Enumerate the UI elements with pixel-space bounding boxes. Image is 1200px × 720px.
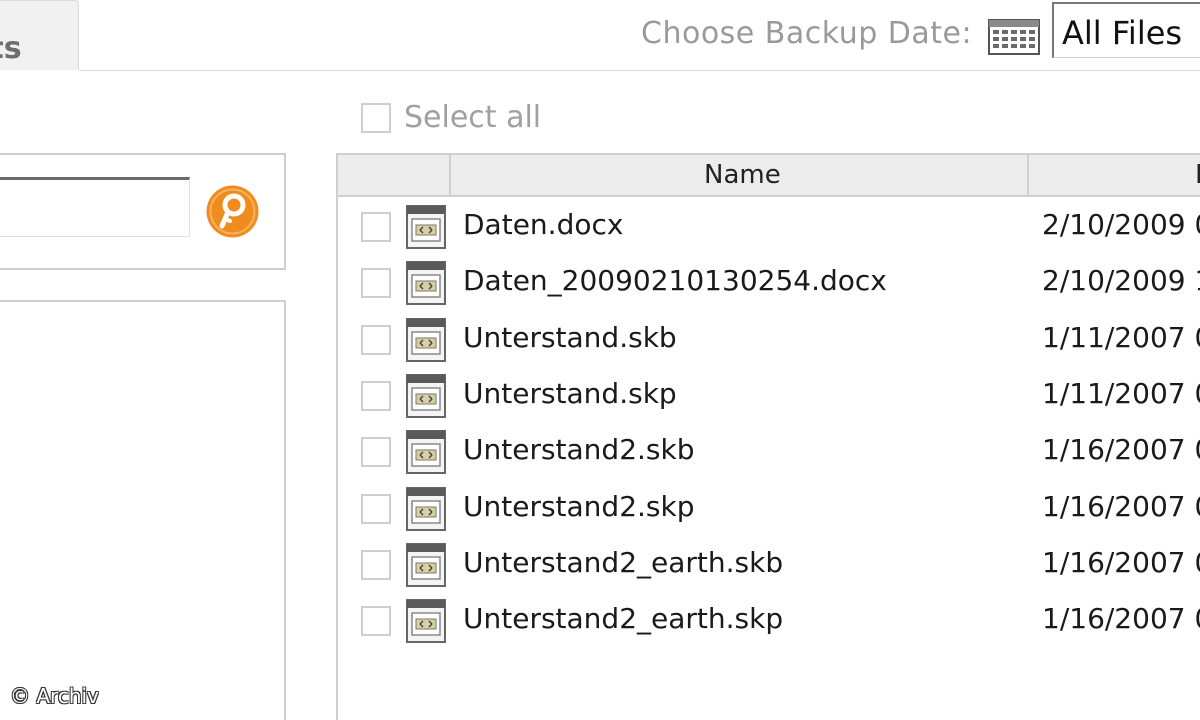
select-all-label[interactable]: Select all bbox=[404, 100, 541, 135]
row-checkbox[interactable] bbox=[361, 324, 391, 355]
file-row[interactable]: Unterstand2.skp 1/16/2007 0 bbox=[338, 481, 1200, 537]
backup-date-value: All Files bbox=[1062, 14, 1183, 52]
file-name[interactable]: Unterstand2.skb bbox=[463, 433, 695, 466]
search-input[interactable] bbox=[0, 177, 190, 237]
column-header-name[interactable]: Name bbox=[704, 160, 781, 190]
column-header-date[interactable]: D bbox=[1195, 160, 1200, 190]
file-date: 1/11/2007 0 bbox=[1042, 376, 1200, 410]
backup-date-select[interactable]: All Files bbox=[1052, 2, 1200, 58]
tab-label: ets bbox=[0, 31, 22, 66]
file-row[interactable]: Daten_20090210130254.docx 2/10/2009 1 bbox=[338, 255, 1200, 311]
file-date: 1/16/2007 0 bbox=[1042, 489, 1200, 523]
file-grid: Name D Daten.docx 2/10/2009 0 Daten_200902… bbox=[336, 153, 1200, 720]
document-icon bbox=[406, 542, 446, 587]
row-checkbox[interactable] bbox=[361, 606, 391, 637]
document-icon bbox=[406, 261, 446, 306]
document-icon bbox=[406, 599, 446, 644]
file-row[interactable]: Unterstand.skb 1/11/2007 0 bbox=[338, 312, 1200, 368]
row-checkbox[interactable] bbox=[361, 549, 391, 580]
document-icon bbox=[406, 317, 446, 362]
header-divider bbox=[1027, 155, 1029, 195]
file-name[interactable]: Unterstand2_earth.skp bbox=[463, 602, 783, 635]
file-date: 1/11/2007 0 bbox=[1042, 320, 1200, 354]
file-name[interactable]: Unterstand.skp bbox=[463, 377, 677, 410]
header-divider bbox=[449, 155, 451, 195]
file-name[interactable]: Unterstand2_earth.skb bbox=[463, 546, 783, 579]
file-row[interactable]: Unterstand2.skb 1/16/2007 0 bbox=[338, 424, 1200, 480]
row-checkbox[interactable] bbox=[361, 268, 391, 299]
file-name[interactable]: Daten_20090210130254.docx bbox=[463, 264, 887, 297]
select-all-checkbox[interactable] bbox=[361, 103, 391, 133]
row-checkbox[interactable] bbox=[361, 380, 391, 411]
backup-date-label: Choose Backup Date: bbox=[641, 16, 973, 51]
backup-browser-window: ets Choose Backup Date: All Files Select… bbox=[0, 0, 1200, 720]
row-checkbox[interactable] bbox=[361, 212, 391, 242]
folder-tree-panel[interactable] bbox=[0, 300, 286, 720]
document-icon bbox=[406, 373, 446, 418]
file-date: 2/10/2009 0 bbox=[1042, 208, 1200, 241]
row-checkbox[interactable] bbox=[361, 437, 391, 468]
file-row[interactable]: Unterstand2_earth.skb 1/16/2007 0 bbox=[338, 537, 1200, 593]
document-icon bbox=[406, 486, 446, 531]
file-name[interactable]: Unterstand.skb bbox=[463, 321, 677, 354]
file-row[interactable]: Unterstand2_earth.skp 1/16/2007 0 bbox=[338, 593, 1200, 649]
file-date: 1/16/2007 0 bbox=[1042, 602, 1200, 636]
file-date: 1/16/2007 0 bbox=[1042, 433, 1200, 467]
file-date: 2/10/2009 1 bbox=[1042, 264, 1200, 298]
file-name[interactable]: Unterstand2.skp bbox=[463, 490, 695, 523]
file-row[interactable]: Daten.docx 2/10/2009 0 bbox=[338, 199, 1200, 255]
document-icon bbox=[406, 205, 446, 249]
document-icon bbox=[406, 430, 446, 475]
file-row[interactable]: Unterstand.skp 1/11/2007 0 bbox=[338, 368, 1200, 424]
file-name[interactable]: Daten.docx bbox=[463, 208, 623, 241]
key-search-icon[interactable] bbox=[205, 184, 260, 239]
tab-sets[interactable]: ets bbox=[0, 0, 79, 70]
tab-bar-divider bbox=[79, 70, 1200, 71]
grid-header: Name D bbox=[338, 155, 1200, 197]
row-checkbox[interactable] bbox=[361, 493, 391, 524]
calendar-icon[interactable] bbox=[988, 19, 1040, 55]
watermark: © Archiv bbox=[10, 684, 99, 708]
file-date: 1/16/2007 0 bbox=[1042, 545, 1200, 579]
